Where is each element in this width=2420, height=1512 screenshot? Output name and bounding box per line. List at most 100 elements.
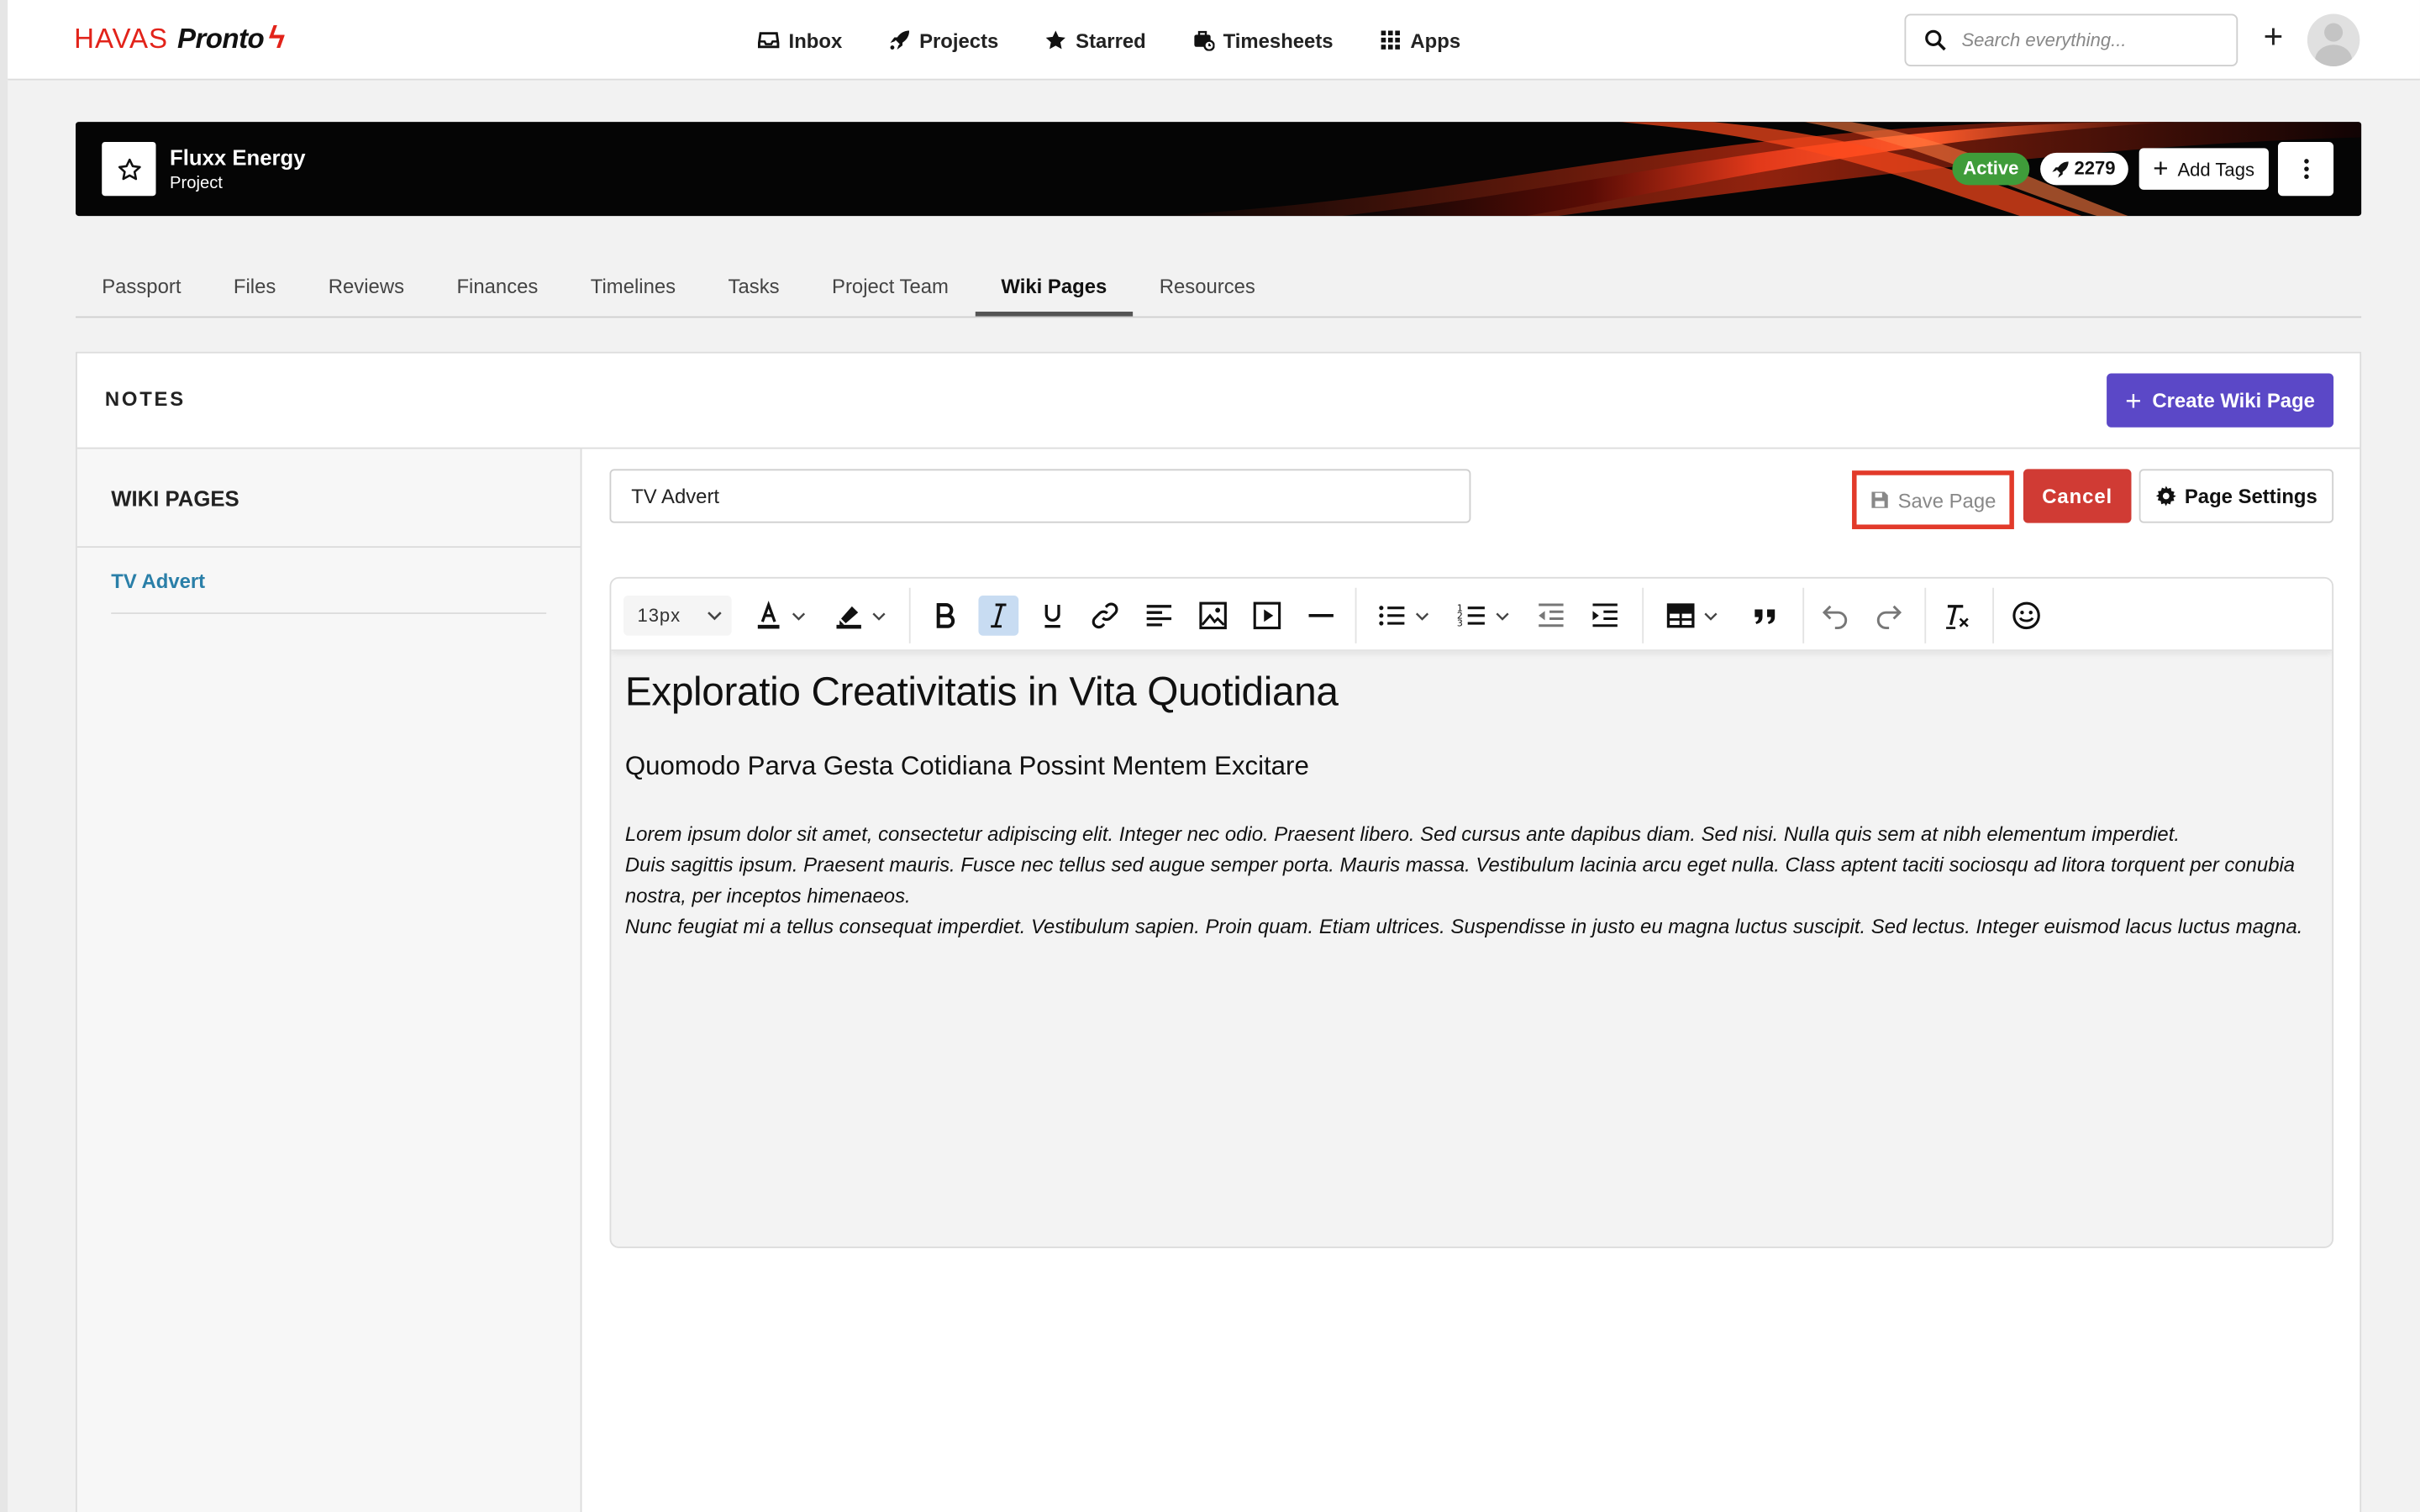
underline-icon <box>1044 604 1060 628</box>
plus-icon: + <box>2153 153 2169 183</box>
rocket-icon <box>889 30 909 50</box>
project-id-badge: 2279 <box>2040 152 2128 186</box>
chevron-down-icon <box>871 612 885 620</box>
tab-files[interactable]: Files <box>208 262 302 316</box>
outdent-button[interactable] <box>1531 596 1571 636</box>
insert-table-button[interactable] <box>1658 596 1726 636</box>
tab-resources[interactable]: Resources <box>1134 262 1282 316</box>
user-avatar[interactable] <box>2307 13 2360 66</box>
tab-finances[interactable]: Finances <box>430 262 564 316</box>
inbox-icon <box>757 32 780 49</box>
align-left-icon <box>1146 605 1172 627</box>
global-search[interactable] <box>1904 13 2238 66</box>
emoji-button[interactable] <box>2007 596 2047 636</box>
redo-button[interactable] <box>1869 596 1909 636</box>
create-wiki-page-button[interactable]: + Create Wiki Page <box>2107 373 2334 428</box>
create-new-button[interactable]: + <box>2260 19 2287 53</box>
floppy-disk-icon <box>1870 491 1888 508</box>
horizontal-rule-button[interactable] <box>1301 596 1341 636</box>
nav-starred[interactable]: Starred <box>1044 24 1146 55</box>
save-page-button[interactable]: Save Page <box>1852 470 2014 529</box>
project-type: Project <box>170 174 223 193</box>
quote-icon <box>1754 609 1776 624</box>
tab-wiki-pages[interactable]: Wiki Pages <box>975 262 1134 317</box>
notes-card: NOTES + Create Wiki Page WIKI PAGES TV A… <box>75 351 2362 1512</box>
outdent-icon <box>1539 603 1564 627</box>
bullet-list-button[interactable] <box>1370 596 1435 636</box>
divider <box>76 546 581 549</box>
search-icon <box>1925 29 1946 51</box>
toolbar-divider <box>1355 587 1357 643</box>
rocket-icon <box>2052 160 2069 177</box>
favorite-project-button[interactable] <box>102 141 156 197</box>
page-title-input[interactable] <box>609 469 1471 523</box>
bold-icon <box>936 602 955 628</box>
highlight-color-button[interactable] <box>826 596 894 636</box>
more-options-button[interactable] <box>2277 141 2334 197</box>
tab-passport[interactable]: Passport <box>76 262 208 316</box>
insert-media-button[interactable] <box>1247 596 1287 636</box>
text-color-button[interactable] <box>747 596 812 636</box>
chevron-down-icon <box>792 612 805 620</box>
editor-toolbar: 13px 1 2 3 <box>611 578 2333 652</box>
add-tags-button[interactable]: + Add Tags <box>2139 148 2269 190</box>
font-size-select[interactable]: 13px <box>623 595 732 636</box>
tab-project-team[interactable]: Project Team <box>806 262 975 316</box>
star-outline-icon <box>117 157 140 180</box>
svg-text:3: 3 <box>1456 618 1462 629</box>
bullet-list-icon <box>1378 606 1404 626</box>
logo-text-havas: HAVAS <box>74 22 168 54</box>
italic-button[interactable] <box>978 595 1019 636</box>
sidebar-item-tv-advert[interactable]: TV Advert <box>111 570 547 615</box>
font-size-value: 13px <box>637 604 681 627</box>
nav-apps[interactable]: Apps <box>1380 24 1460 55</box>
nav-timesheets[interactable]: Timesheets <box>1192 24 1334 55</box>
horizontal-line-icon <box>1308 614 1334 617</box>
chevron-down-icon <box>708 612 722 621</box>
save-page-label: Save Page <box>1897 488 1996 512</box>
tab-reviews[interactable]: Reviews <box>302 262 431 316</box>
nav-timesheets-label: Timesheets <box>1223 28 1334 52</box>
numbered-list-button[interactable]: 123 <box>1450 596 1515 636</box>
bold-button[interactable] <box>924 596 965 636</box>
page-settings-button[interactable]: Page Settings <box>2139 469 2334 523</box>
clear-formatting-button[interactable] <box>1937 596 1977 636</box>
timesheet-icon <box>1193 30 1214 51</box>
chevron-down-icon <box>1703 612 1717 620</box>
nav-inbox[interactable]: Inbox <box>757 24 842 55</box>
nav-projects-label: Projects <box>919 28 999 52</box>
redo-icon <box>1876 605 1902 630</box>
wiki-sidebar: WIKI PAGES TV Advert <box>76 449 582 1512</box>
lightning-icon: ϟ <box>268 20 286 55</box>
table-icon <box>1665 603 1694 628</box>
search-input[interactable] <box>1958 28 2228 53</box>
project-name: Fluxx Energy <box>170 144 306 171</box>
tab-timelines[interactable]: Timelines <box>565 262 702 316</box>
kebab-menu-icon <box>2303 159 2308 180</box>
editor-content[interactable]: Exploratio Creativitatis in Vita Quotidi… <box>625 668 2323 942</box>
window-edge <box>0 0 8 1512</box>
insert-link-button[interactable] <box>1085 596 1125 636</box>
nav-projects[interactable]: Projects <box>888 24 998 55</box>
undo-button[interactable] <box>1815 596 1855 636</box>
tab-tasks[interactable]: Tasks <box>702 262 805 316</box>
italic-icon <box>991 603 1007 628</box>
blockquote-button[interactable] <box>1745 596 1786 636</box>
undo-icon <box>1822 605 1848 630</box>
media-play-icon <box>1253 601 1281 630</box>
chevron-down-icon <box>1415 612 1428 620</box>
indent-icon <box>1592 603 1618 627</box>
notes-header: NOTES + Create Wiki Page <box>76 354 2360 449</box>
cancel-button[interactable]: Cancel <box>2023 469 2132 523</box>
indent-button[interactable] <box>1585 596 1625 636</box>
grid-icon <box>1381 30 1400 50</box>
underline-button[interactable] <box>1033 596 1073 636</box>
align-button[interactable] <box>1139 596 1179 636</box>
havas-pronto-logo[interactable]: HAVAS Pronto ϟ <box>74 18 285 59</box>
toolbar-divider <box>1802 587 1805 643</box>
image-icon <box>1199 601 1227 630</box>
content-heading-1: Exploratio Creativitatis in Vita Quotidi… <box>624 668 1339 715</box>
toolbar-divider <box>908 587 911 643</box>
notes-title: NOTES <box>104 387 186 411</box>
insert-image-button[interactable] <box>1193 596 1234 636</box>
